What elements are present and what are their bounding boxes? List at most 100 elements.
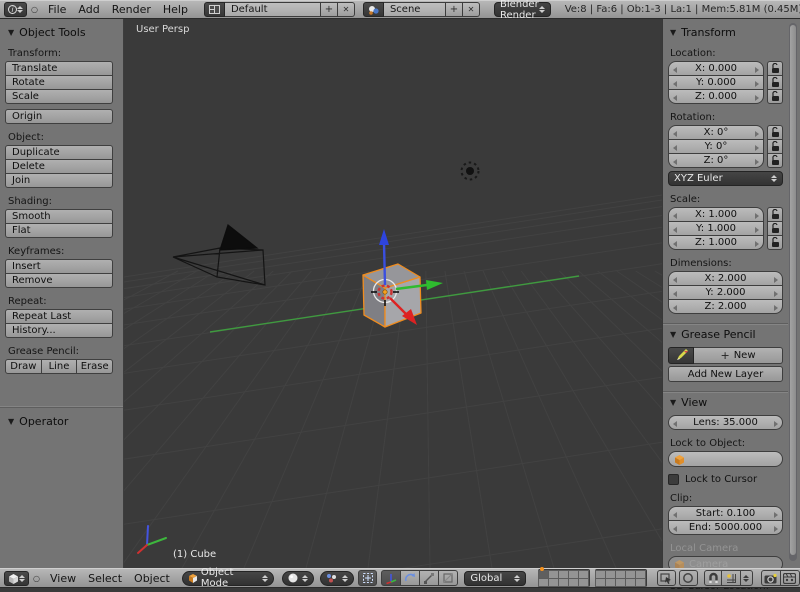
viewport-shading-dropdown[interactable]	[282, 571, 314, 586]
lock-location-x-button[interactable]	[767, 61, 783, 76]
rotation-mode-dropdown[interactable]: XYZ Euler	[668, 171, 783, 186]
transform-panel-header[interactable]: ▼ Transform	[668, 25, 783, 40]
view-panel-header[interactable]: ▼ View	[668, 395, 783, 410]
menu-file[interactable]: File	[48, 3, 66, 16]
grease-erase-button[interactable]: Erase	[76, 359, 113, 374]
lens-field[interactable]: Lens: 35.000	[668, 415, 783, 430]
lock-scale-x-button[interactable]	[767, 207, 783, 222]
dimensions-z-field[interactable]: Z: 2.000	[668, 299, 783, 314]
rotate-manipulator-button[interactable]	[400, 570, 420, 586]
opengl-render-animation-button[interactable]	[780, 570, 800, 586]
origin-button[interactable]: Origin	[5, 109, 113, 124]
layer-cell[interactable]	[635, 578, 646, 587]
orientation-dropdown[interactable]: Global	[464, 571, 525, 586]
scene-browse-button[interactable]	[363, 2, 384, 17]
menu-object[interactable]: Object	[134, 572, 170, 585]
lock-location-z-button[interactable]	[767, 89, 783, 104]
pivot-point-dropdown[interactable]	[320, 571, 355, 586]
insert-keyframe-button[interactable]: Insert	[5, 259, 113, 274]
3d-viewport[interactable]: User Persp (1) Cube	[124, 19, 662, 568]
editor-type-selector[interactable]	[4, 571, 29, 586]
lock-to-cursor-checkbox[interactable]	[668, 474, 679, 485]
menu-add[interactable]: Add	[78, 3, 99, 16]
lock-scale-y-button[interactable]	[767, 221, 783, 236]
delete-scene-button[interactable]: ✕	[463, 2, 480, 17]
snap-element-dropdown[interactable]	[740, 570, 753, 586]
translate-button[interactable]: Translate	[5, 61, 113, 76]
grease-line-button[interactable]: Line	[41, 359, 78, 374]
proportional-editing-button[interactable]	[679, 570, 698, 586]
lock-rotation-z-button[interactable]	[767, 153, 783, 168]
add-new-layer-button[interactable]: Add New Layer	[668, 366, 783, 382]
lamp-object[interactable]	[462, 163, 479, 180]
smooth-button[interactable]: Smooth	[5, 209, 113, 224]
layer-cell[interactable]	[578, 578, 589, 587]
lock-location-y-button[interactable]	[767, 75, 783, 90]
rotation-y-field[interactable]: Y: 0°	[668, 139, 764, 154]
view-name-label: User Persp	[136, 24, 189, 35]
location-y-field[interactable]: Y: 0.000	[668, 75, 764, 90]
object-tools-panel-header[interactable]: ▼ Object Tools	[0, 25, 123, 40]
lock-rotation-y-button[interactable]	[767, 139, 783, 154]
menu-view[interactable]: View	[50, 572, 76, 585]
duplicate-button[interactable]: Duplicate	[5, 145, 113, 160]
menu-select[interactable]: Select	[88, 572, 122, 585]
location-x-field[interactable]: X: 0.000	[668, 61, 764, 76]
translate-manipulator-button[interactable]	[381, 570, 401, 586]
delete-button[interactable]: Delete	[5, 159, 113, 174]
delete-layout-button[interactable]: ✕	[338, 2, 355, 17]
rotation-z-field[interactable]: Z: 0°	[668, 153, 764, 168]
screen-layout-name-field[interactable]: Default	[225, 2, 321, 17]
object-mode-icon	[188, 573, 197, 583]
scrollbar-thumb[interactable]	[790, 25, 796, 555]
render-camera-icon	[764, 573, 777, 584]
repeat-last-button[interactable]: Repeat Last	[5, 309, 113, 324]
lock-scale-z-button[interactable]	[767, 235, 783, 250]
render-engine-dropdown[interactable]: Blender Render	[494, 2, 551, 17]
lock-rotation-x-button[interactable]	[767, 125, 783, 140]
lock-to-object-field[interactable]	[668, 451, 783, 467]
collapse-menus-icon[interactable]: ○	[31, 5, 38, 14]
scene-icon	[368, 5, 379, 15]
clip-start-field[interactable]: Start: 0.100	[668, 506, 783, 521]
grease-pencil-panel-header[interactable]: ▼ Grease Pencil	[668, 327, 783, 342]
clip-end-field[interactable]: End: 5000.000	[668, 520, 783, 535]
scrollbar-track[interactable]	[789, 23, 797, 561]
flat-button[interactable]: Flat	[5, 223, 113, 238]
scale-y-field[interactable]: Y: 1.000	[668, 221, 764, 236]
history-button[interactable]: History...	[5, 323, 113, 338]
extra-manipulator-button[interactable]	[438, 570, 458, 586]
add-scene-button[interactable]: +	[446, 2, 463, 17]
grease-new-button[interactable]: + New	[694, 347, 783, 364]
dimensions-x-field[interactable]: X: 2.000	[668, 271, 783, 286]
menu-render[interactable]: Render	[112, 3, 151, 16]
editor-type-selector[interactable]: i	[4, 2, 27, 17]
scale-button[interactable]: Scale	[5, 89, 113, 104]
location-z-field[interactable]: Z: 0.000	[668, 89, 764, 104]
scale-icon	[423, 572, 435, 584]
scale-manipulator-button[interactable]	[419, 570, 439, 586]
lock-to-scene-button[interactable]	[657, 570, 676, 586]
rotation-x-field[interactable]: X: 0°	[668, 125, 764, 140]
rotate-button[interactable]: Rotate	[5, 75, 113, 90]
operator-panel-header[interactable]: ▼ Operator	[0, 407, 123, 429]
mode-dropdown[interactable]: Object Mode	[182, 571, 274, 586]
chevron-updown-icon	[19, 575, 25, 582]
scene-lock-icon	[660, 572, 672, 584]
grease-draw-button[interactable]: Draw	[5, 359, 42, 374]
grease-pencil-draw-button[interactable]	[668, 347, 694, 364]
screen-layout-browse-button[interactable]	[204, 2, 225, 17]
scale-z-field[interactable]: Z: 1.000	[668, 235, 764, 250]
opengl-render-image-button[interactable]	[761, 570, 781, 586]
menu-help[interactable]: Help	[163, 3, 188, 16]
manipulator-toggle-button[interactable]	[358, 570, 377, 586]
scale-x-field[interactable]: X: 1.000	[668, 207, 764, 222]
join-button[interactable]: Join	[5, 173, 113, 188]
collapse-menus-icon[interactable]: ○	[33, 574, 40, 583]
scene-name-field[interactable]: Scene	[384, 2, 446, 17]
dimensions-y-field[interactable]: Y: 2.000	[668, 285, 783, 300]
add-layout-button[interactable]: +	[321, 2, 338, 17]
snap-element-button[interactable]	[721, 570, 741, 586]
remove-keyframe-button[interactable]: Remove	[5, 273, 113, 288]
camera-object[interactable]	[173, 225, 265, 285]
